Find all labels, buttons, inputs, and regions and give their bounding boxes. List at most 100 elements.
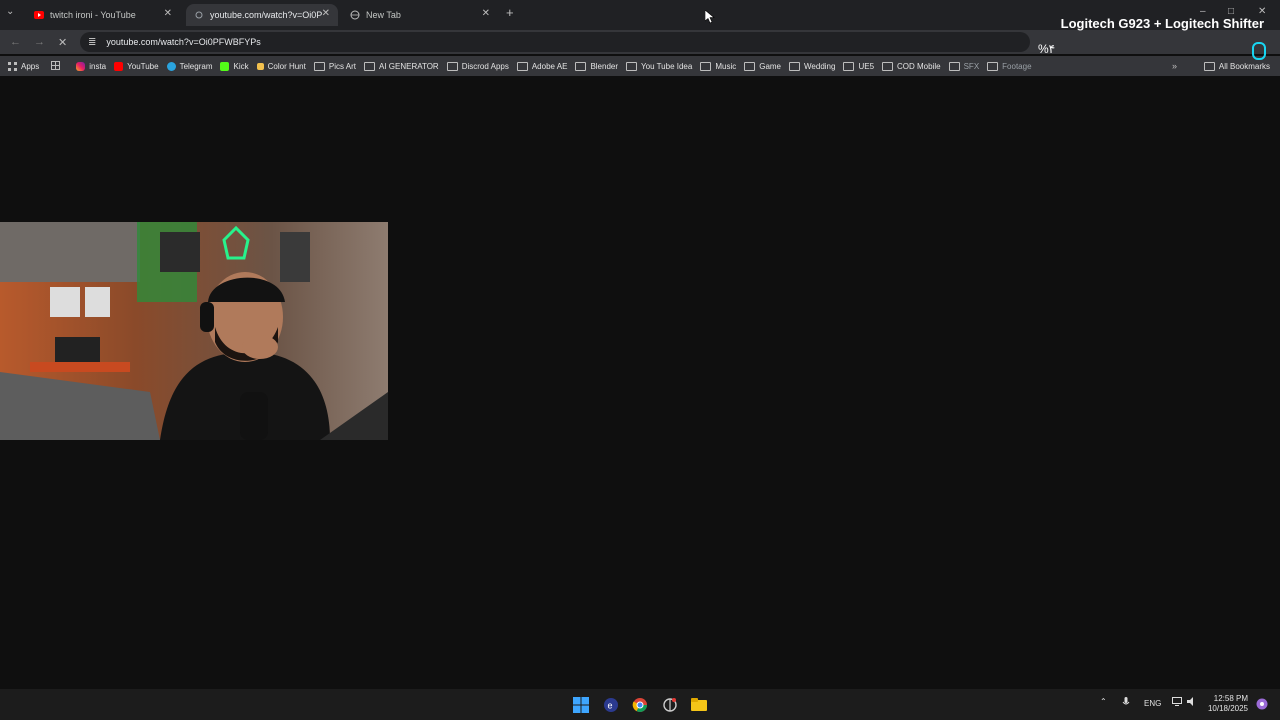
bookmark-label: Discrod Apps xyxy=(461,61,509,71)
bookmark-folder-ai-generator[interactable]: AI GENERATOR xyxy=(363,61,439,71)
colorhunt-icon xyxy=(256,62,264,70)
bookmark-label: Pics Art xyxy=(328,61,356,71)
bookmarks-bar: Apps insta YouTube Telegram Kick Color H… xyxy=(0,56,1280,76)
folder-icon xyxy=(446,61,458,71)
bookmark-folder-footage[interactable]: Footage xyxy=(987,61,1032,71)
bookmark-folder-game[interactable]: Game xyxy=(744,61,782,71)
bookmark-label: SFX xyxy=(963,61,980,71)
steering-app-icon[interactable] xyxy=(662,697,678,713)
globe-icon xyxy=(350,10,360,20)
instagram-icon xyxy=(76,61,86,71)
bookmark-label: Telegram xyxy=(179,61,213,71)
folder-icon xyxy=(789,61,801,71)
bookmark-folder-adobe-ae[interactable]: Adobe AE xyxy=(516,61,568,71)
webcam-overlay-video xyxy=(0,222,388,440)
folder-icon xyxy=(313,61,325,71)
bookmark-label: Color Hunt xyxy=(267,61,306,71)
bookmark-folder-youtube-idea[interactable]: You Tube Idea xyxy=(626,61,693,71)
bookmark-label: UE5 xyxy=(858,61,875,71)
close-tab-icon[interactable]: ✕ xyxy=(482,8,490,19)
apps-grid-icon xyxy=(8,61,17,71)
tab-search-chevron-icon[interactable]: ⌄ xyxy=(6,6,14,17)
bookmark-label: YouTube xyxy=(127,61,159,71)
stream-overlay-percent: %۴ xyxy=(1038,42,1056,56)
bookmark-kick[interactable]: Kick xyxy=(220,61,249,71)
edge-app-icon[interactable]: e xyxy=(603,697,619,713)
back-arrow-icon[interactable]: ← xyxy=(10,36,21,48)
network-icon[interactable] xyxy=(1172,697,1182,708)
stream-overlay-ring-icon xyxy=(1252,42,1266,60)
clock-date: 10/18/2025 xyxy=(1207,704,1248,713)
bookmark-label: Blender xyxy=(590,61,619,71)
bookmark-label: You Tube Idea xyxy=(641,61,693,71)
bookmark-label: insta xyxy=(89,61,107,71)
stop-loading-icon[interactable]: ✕ xyxy=(58,36,67,49)
bookmark-label: Adobe AE xyxy=(531,61,568,71)
folder-icon xyxy=(987,61,999,71)
notification-icon[interactable] xyxy=(1256,698,1268,712)
bookmark-telegram[interactable]: Telegram xyxy=(166,61,213,71)
volume-icon[interactable] xyxy=(1187,697,1196,708)
bookmark-insta[interactable]: insta xyxy=(76,61,107,71)
bookmark-color-hunt[interactable]: Color Hunt xyxy=(256,61,306,71)
bookmark-folder-music[interactable]: Music xyxy=(700,61,737,71)
forward-arrow-icon[interactable]: → xyxy=(34,36,45,48)
close-tab-icon[interactable]: ✕ xyxy=(164,8,172,19)
svg-text:e: e xyxy=(608,701,613,711)
address-bar[interactable]: ≣ youtube.com/watch?v=Oi0PFWBFYPs xyxy=(80,32,1030,52)
bookmark-label: Wedding xyxy=(804,61,836,71)
bookmark-label: Game xyxy=(759,61,782,71)
url-text: youtube.com/watch?v=Oi0PFWBFYPs xyxy=(106,37,261,47)
folder-icon xyxy=(843,61,855,71)
windows-taskbar: e ⌃ ENG 12:58 PM 10/18/2025 xyxy=(0,689,1280,720)
clock-time: 12:58 PM xyxy=(1213,694,1248,703)
bookmark-folder-discrod-apps[interactable]: Discrod Apps xyxy=(446,61,509,71)
stream-overlay-title: Logitech G923 + Logitech Shifter xyxy=(1060,16,1264,31)
folder-icon xyxy=(626,61,638,71)
bookmark-folder-wedding[interactable]: Wedding xyxy=(789,61,836,71)
folder-icon xyxy=(882,61,894,71)
tab-new-tab[interactable]: New Tab ✕ xyxy=(342,4,498,26)
folder-icon xyxy=(1203,61,1215,71)
tab-twitch-ironi[interactable]: twitch ironi - YouTube ✕ xyxy=(26,4,180,26)
bookmark-label: Apps xyxy=(21,61,40,71)
bookmark-youtube[interactable]: YouTube xyxy=(114,61,159,71)
windows-start-icon[interactable] xyxy=(573,697,589,713)
bookmark-folder-cod-mobile[interactable]: COD Mobile xyxy=(882,61,941,71)
tab-title: New Tab xyxy=(366,10,401,20)
chrome-app-icon[interactable] xyxy=(632,697,648,713)
microphone-icon[interactable] xyxy=(1122,697,1130,709)
youtube-icon xyxy=(114,61,124,71)
bookmark-apps[interactable]: Apps xyxy=(8,61,40,71)
tab-title: twitch ironi - YouTube xyxy=(50,10,136,20)
bookmark-label: Footage xyxy=(1002,61,1032,71)
bookmark-label: Music xyxy=(715,61,737,71)
browser-toolbar: ← → ✕ ≣ youtube.com/watch?v=Oi0PFWBFYPs xyxy=(0,30,1280,54)
loading-link-icon xyxy=(194,10,204,20)
tab-title: youtube.com/watch?v=Oi0PFW xyxy=(210,10,322,20)
system-clock[interactable]: 12:58 PM 10/18/2025 xyxy=(1208,694,1248,714)
bookmark-folder-sfx[interactable]: SFX xyxy=(948,61,980,71)
more-bookmarks-chevron-icon[interactable]: » xyxy=(1172,61,1177,71)
telegram-icon xyxy=(166,61,176,71)
bookmark-label: AI GENERATOR xyxy=(378,61,439,71)
youtube-favicon-icon xyxy=(34,10,44,20)
kick-icon xyxy=(220,61,230,71)
tab-groups-icon[interactable] xyxy=(51,60,61,72)
tray-chevron-up-icon[interactable]: ⌃ xyxy=(1100,697,1107,706)
folder-icon xyxy=(363,61,375,71)
tab-youtube-watch[interactable]: youtube.com/watch?v=Oi0PFW ✕ xyxy=(186,4,338,26)
close-tab-icon[interactable]: ✕ xyxy=(322,8,330,19)
bookmark-label: Kick xyxy=(233,61,249,71)
bookmark-label: COD Mobile xyxy=(897,61,941,71)
bookmark-folder-ue5[interactable]: UE5 xyxy=(843,61,875,71)
folder-icon xyxy=(744,61,756,71)
mouse-cursor-icon xyxy=(704,9,715,29)
bookmark-folder-blender[interactable]: Blender xyxy=(575,61,619,71)
bookmark-folder-pics-art[interactable]: Pics Art xyxy=(313,61,356,71)
language-indicator[interactable]: ENG xyxy=(1144,699,1161,708)
site-info-icon[interactable]: ≣ xyxy=(88,37,96,48)
new-tab-plus-icon[interactable]: + xyxy=(506,5,514,20)
folder-icon xyxy=(948,61,960,71)
file-explorer-icon[interactable] xyxy=(691,697,707,713)
